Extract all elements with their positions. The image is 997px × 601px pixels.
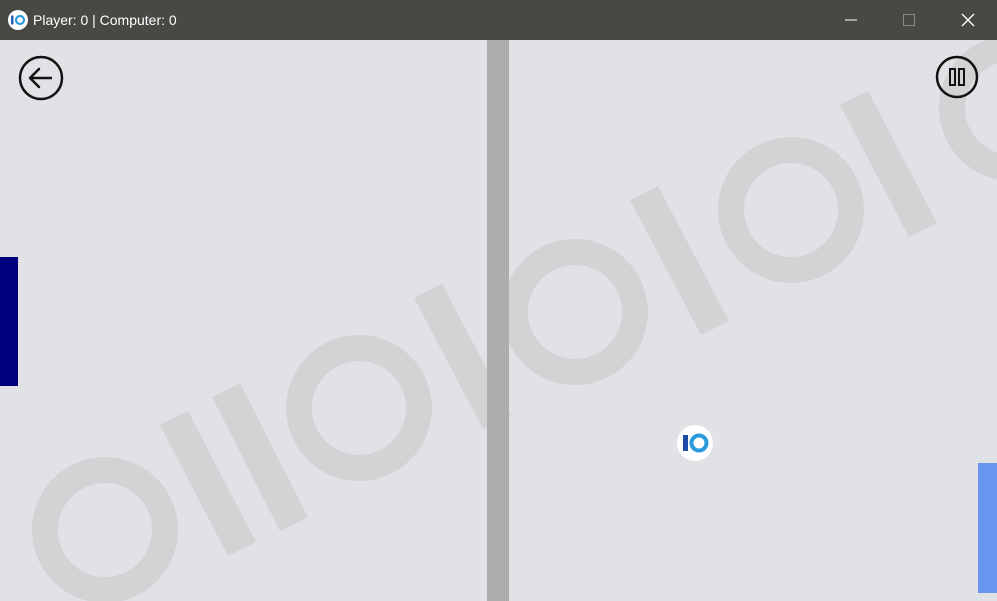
io-logo-icon [683, 433, 709, 453]
center-net [487, 40, 509, 601]
arrow-left-circle-icon [18, 55, 64, 101]
back-button[interactable] [18, 55, 64, 101]
player-paddle[interactable] [0, 257, 18, 386]
game-window: Player: 0 | Computer: 0 [0, 0, 997, 601]
ball [677, 425, 713, 461]
title-bar: Player: 0 | Computer: 0 [0, 0, 997, 40]
window-title: Player: 0 | Computer: 0 [33, 12, 177, 28]
pause-circle-icon [935, 55, 979, 99]
computer-paddle [978, 463, 997, 593]
close-icon [961, 13, 975, 27]
app-logo-icon [8, 10, 28, 30]
game-field[interactable] [0, 40, 997, 601]
minimize-button[interactable] [822, 0, 880, 40]
close-button[interactable] [939, 0, 997, 40]
maximize-button[interactable] [880, 0, 938, 40]
minimize-icon [845, 19, 857, 21]
maximize-icon [903, 14, 915, 26]
pause-button[interactable] [935, 55, 979, 99]
